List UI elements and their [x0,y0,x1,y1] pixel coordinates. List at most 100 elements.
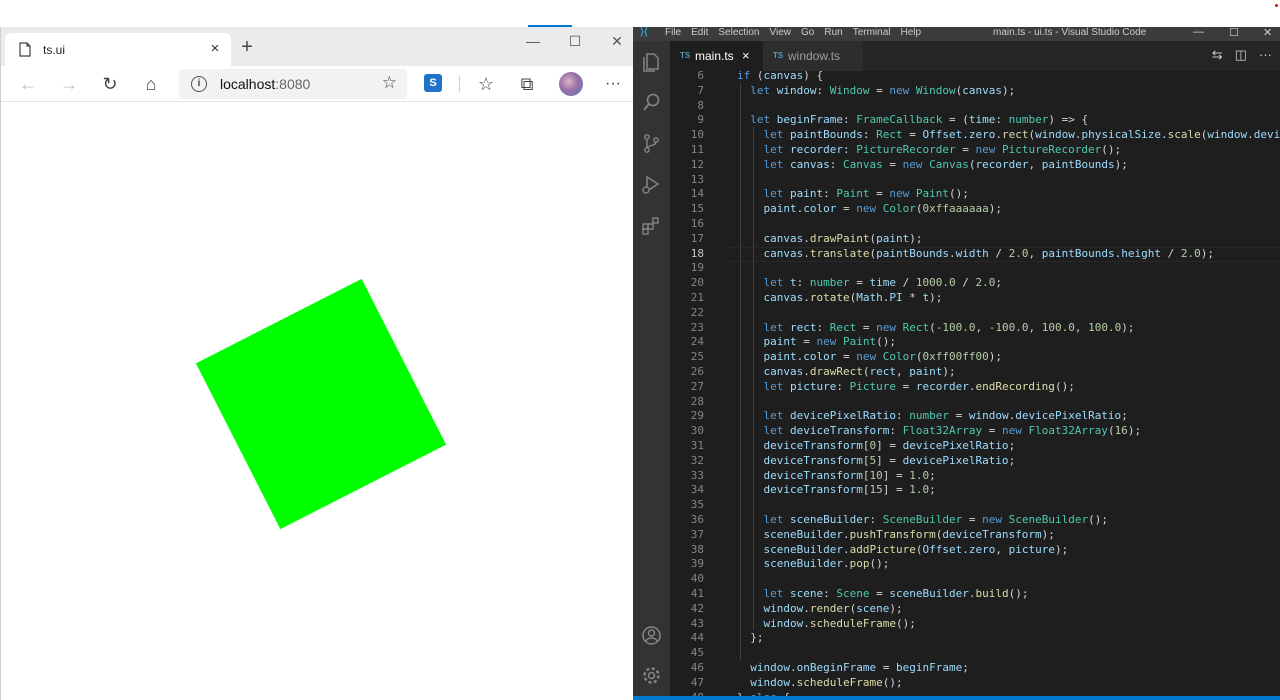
code-line[interactable]: 46 window.onBeginFrame = beginFrame; [670,661,1280,676]
code-line[interactable]: 23 let rect: Rect = new Rect(-100.0, -10… [670,321,1280,336]
menu-item-view[interactable]: View [770,27,792,38]
new-tab-button[interactable]: + [237,37,257,57]
line-number: 13 [690,172,704,186]
menu-item-edit[interactable]: Edit [691,27,708,38]
code-line[interactable]: 21 canvas.rotate(Math.PI * t); [670,291,1280,306]
menu-item-help[interactable]: Help [901,27,922,38]
extension-icon[interactable]: S [424,74,442,92]
code-line[interactable]: 35 [670,498,1280,513]
code-line[interactable]: 28 [670,395,1280,410]
code-line[interactable]: 14 let paint: Paint = new Paint(); [670,187,1280,202]
code-line[interactable]: 40 [670,572,1280,587]
code-line[interactable]: 6 if (canvas) { [670,71,1280,84]
run-debug-icon[interactable] [641,174,662,195]
code-line[interactable]: 11 let recorder: PictureRecorder = new P… [670,143,1280,158]
code-line[interactable]: 38 sceneBuilder.addPicture(Offset.zero, … [670,543,1280,558]
line-number: 35 [690,498,704,512]
code-line[interactable]: 41 let scene: Scene = sceneBuilder.build… [670,587,1280,602]
activity-bar [633,41,670,700]
add-favorite-star-icon[interactable]: ☆ [382,73,397,93]
line-number: 12 [690,157,704,171]
code-line[interactable]: 13 [670,173,1280,188]
code-line[interactable]: 37 sceneBuilder.pushTransform(deviceTran… [670,528,1280,543]
vscode-maximize-button[interactable]: ☐ [1229,27,1239,39]
tab-window-ts[interactable]: TS window.ts [763,41,863,71]
menu-item-go[interactable]: Go [801,27,814,38]
code-line[interactable]: 36 let sceneBuilder: SceneBuilder = new … [670,513,1280,528]
more-options-icon[interactable]: ··· [602,73,624,95]
tab-label: window.ts [788,49,841,63]
code-line[interactable]: 10 let paintBounds: Rect = Offset.zero.r… [670,128,1280,143]
code-line[interactable]: 31 deviceTransform[0] = devicePixelRatio… [670,439,1280,454]
menu-item-file[interactable]: File [665,27,681,38]
minimize-button[interactable]: — [523,33,543,49]
code-line[interactable]: 19 [670,261,1280,276]
account-icon[interactable] [641,625,662,646]
back-arrow-icon[interactable]: ← [17,73,39,95]
code-line[interactable]: 32 deviceTransform[5] = devicePixelRatio… [670,454,1280,469]
search-icon[interactable] [641,92,662,113]
profile-avatar[interactable] [559,72,583,96]
close-tab-icon[interactable]: × [742,41,750,71]
code-line[interactable]: 12 let canvas: Canvas = new Canvas(recor… [670,158,1280,173]
code-line[interactable]: 34 deviceTransform[15] = 1.0; [670,483,1280,498]
code-line[interactable]: 25 paint.color = new Color(0xff00ff00); [670,350,1280,365]
vscode-minimize-button[interactable]: — [1193,27,1204,38]
code-text: let rect: Rect = new Rect(-100.0, -100.0… [763,320,1135,334]
close-tab-icon[interactable]: × [207,40,223,57]
explorer-icon[interactable] [641,51,662,72]
code-line[interactable]: 15 paint.color = new Color(0xffaaaaaa); [670,202,1280,217]
code-line[interactable]: 29 let devicePixelRatio: number = window… [670,409,1280,424]
code-line[interactable]: 7 let window: Window = new Window(canvas… [670,84,1280,99]
code-line[interactable]: 17 canvas.drawPaint(paint); [670,232,1280,247]
line-number: 32 [690,453,704,467]
menu-item-terminal[interactable]: Terminal [853,27,891,38]
line-number: 14 [690,187,704,201]
code-line[interactable]: 9 let beginFrame: FrameCallback = (time:… [670,113,1280,128]
line-number: 42 [690,601,704,615]
site-info-icon[interactable]: i [191,76,207,92]
line-number: 37 [690,527,704,541]
code-line[interactable]: 30 let deviceTransform: Float32Array = n… [670,424,1280,439]
tab-main-ts[interactable]: TS main.ts × [670,41,763,71]
code-editor[interactable]: 6 if (canvas) {7 let window: Window = new… [670,71,1280,696]
code-line[interactable]: 43 window.scheduleFrame(); [670,617,1280,632]
code-line[interactable]: 42 window.render(scene); [670,602,1280,617]
code-line[interactable]: 39 sceneBuilder.pop(); [670,557,1280,572]
reload-icon[interactable]: ↻ [99,73,121,95]
line-number: 47 [690,675,704,689]
code-line[interactable]: 24 paint = new Paint(); [670,335,1280,350]
code-line[interactable]: 8 [670,99,1280,114]
code-line[interactable]: 16 [670,217,1280,232]
browser-tab[interactable]: ts.ui × [5,33,231,66]
code-line[interactable]: 33 deviceTransform[10] = 1.0; [670,469,1280,484]
vscode-close-button[interactable]: ✕ [1263,27,1272,39]
open-changes-icon[interactable]: ⇆ [1212,47,1223,63]
close-window-button[interactable]: ✕ [607,33,627,50]
code-line[interactable]: 26 canvas.drawRect(rect, paint); [670,365,1280,380]
rotating-green-square [195,278,447,530]
code-line[interactable]: 45 [670,646,1280,661]
menu-item-selection[interactable]: Selection [718,27,759,38]
code-line[interactable]: 47 window.scheduleFrame(); [670,676,1280,691]
code-text: deviceTransform[5] = devicePixelRatio; [763,453,1016,467]
more-actions-icon[interactable]: ··· [1259,47,1272,63]
split-editor-icon[interactable]: ◫ [1235,47,1247,63]
code-line[interactable]: 27 let picture: Picture = recorder.endRe… [670,380,1280,395]
line-number: 11 [690,143,704,156]
url-text[interactable]: localhost:8080 [220,76,310,92]
address-bar[interactable]: i localhost:8080 ☆ [179,69,407,99]
favorites-icon[interactable]: ☆ [475,73,497,95]
collections-icon[interactable]: ⧉ [516,73,538,95]
settings-gear-icon[interactable] [641,665,662,686]
extensions-icon[interactable] [641,215,662,236]
maximize-button[interactable]: ☐ [565,33,585,50]
source-control-icon[interactable] [641,133,662,154]
code-line[interactable]: 18 canvas.translate(paintBounds.width / … [670,246,1280,262]
home-icon[interactable]: ⌂ [140,73,162,95]
menu-item-run[interactable]: Run [824,27,842,38]
code-line[interactable]: 20 let t: number = time / 1000.0 / 2.0; [670,276,1280,291]
code-line[interactable]: 22 [670,306,1280,321]
code-line[interactable]: 44 }; [670,631,1280,646]
forward-arrow-icon[interactable]: → [58,73,80,95]
